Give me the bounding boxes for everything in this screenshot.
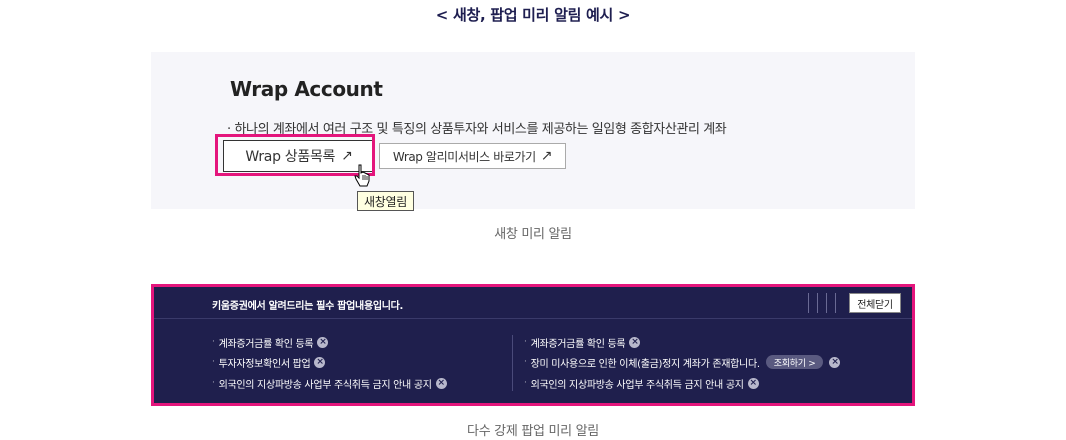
popup-item-label: 외국인의 지상파방송 사업부 주식취득 금지 안내 공지 — [218, 379, 432, 391]
popup-item-label: 계좌증거금률 확인 등록 — [218, 338, 314, 350]
wrap-account-title: Wrap Account — [230, 77, 383, 101]
inquiry-button[interactable]: 조회하기 > — [765, 355, 824, 369]
bullet: · — [212, 357, 215, 367]
close-all-button[interactable]: 전체닫기 — [849, 293, 901, 313]
popup-tab-dividers — [808, 293, 842, 313]
bullet: · — [524, 357, 527, 367]
popup-item-label: 외국인의 지상파방송 사업부 주식취득 금지 안내 공지 — [530, 379, 744, 391]
close-icon[interactable]: × — [829, 356, 841, 368]
popup-header: 키움증권에서 알려드리는 필수 팝업내용입니다. 전체닫기 — [154, 287, 912, 319]
popup-item-label: 계좌증거금률 확인 등록 — [530, 338, 626, 350]
popup-item-label: 투자자정보확인서 팝업 — [218, 358, 311, 370]
close-icon[interactable]: × — [317, 336, 329, 348]
hand-cursor-icon — [354, 164, 370, 187]
wrap-alert-service-label: Wrap 알리미서비스 바로가기 — [392, 149, 536, 164]
popup-item-label: 장미 미사용으로 인한 이체(출금)정지 계좌가 존재합니다. — [530, 358, 760, 370]
bullet: · — [212, 378, 215, 388]
popup-item[interactable]: · 외국인의 지상파방송 사업부 주식취득 금지 안내 공지 × — [524, 375, 759, 391]
bullet: · — [212, 337, 215, 347]
popup-title: 키움증권에서 알려드리는 필수 팝업내용입니다. — [212, 301, 404, 312]
close-icon[interactable]: × — [629, 336, 641, 348]
new-window-caption: 새창 미리 알림 — [494, 227, 572, 242]
close-icon[interactable]: × — [314, 356, 326, 368]
highlight-box — [215, 134, 375, 176]
popup-item[interactable]: · 외국인의 지상파방송 사업부 주식취득 금지 안내 공지 × — [212, 375, 447, 391]
popup-item[interactable]: · 계좌증거금률 확인 등록 × — [212, 334, 329, 350]
new-window-example-panel: Wrap Account · 하나의 계좌에서 여러 구조 및 특징의 상품투자… — [151, 52, 915, 211]
close-icon[interactable]: × — [435, 377, 447, 389]
page-heading: < 새창, 팝업 미리 알림 예시 > — [435, 6, 631, 24]
column-divider — [512, 335, 513, 391]
external-link-icon: ↗ — [540, 148, 553, 164]
wrap-alert-service-button[interactable]: Wrap 알리미서비스 바로가기 ↗ — [379, 143, 566, 169]
bullet: · — [524, 337, 527, 347]
popup-item[interactable]: · 계좌증거금률 확인 등록 × — [524, 334, 641, 350]
popup-item[interactable]: · 투자자정보확인서 팝업 × — [212, 354, 326, 370]
bullet: · — [524, 378, 527, 388]
forced-popup-caption: 다수 강제 팝업 미리 알림 — [467, 424, 599, 439]
new-window-tooltip: 새창열림 — [357, 191, 414, 211]
forced-popup-notice: 키움증권에서 알려드리는 필수 팝업내용입니다. 전체닫기 · 계좌증거금률 확… — [151, 284, 915, 406]
close-icon[interactable]: × — [747, 377, 759, 389]
popup-item[interactable]: · 장미 미사용으로 인한 이체(출금)정지 계좌가 존재합니다. 조회하기 >… — [524, 354, 841, 370]
